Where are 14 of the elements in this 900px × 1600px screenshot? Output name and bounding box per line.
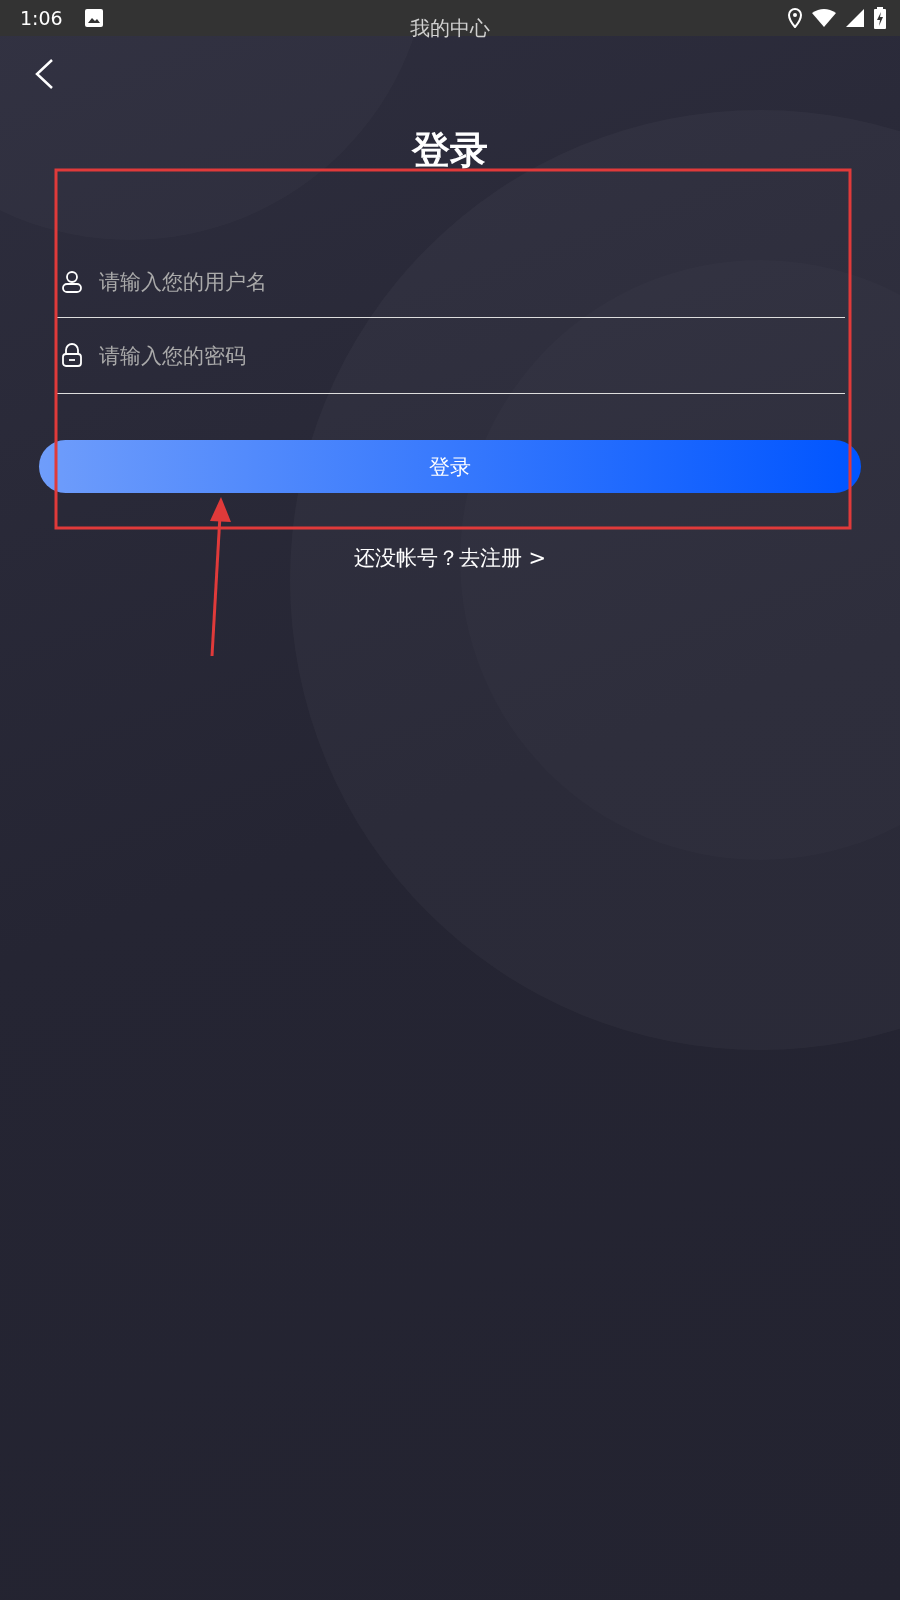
page-heading: 我的中心 (410, 16, 490, 40)
input-field[interactable]: 请输入您的用户名 (97, 269, 845, 295)
location-icon (788, 8, 802, 28)
login-title: 登录 (410, 127, 489, 174)
login-button[interactable]: 登录 (39, 440, 861, 493)
input-field[interactable]: 请输入您的密码 (97, 342, 845, 369)
signal-icon (846, 9, 864, 27)
battery-icon (874, 7, 886, 29)
lock-icon (61, 343, 83, 368)
register-link[interactable]: 还没帐号？去注册 > (347, 543, 553, 573)
image-icon (84, 9, 103, 27)
status-time: 1:06 (20, 7, 63, 29)
wifi-icon (812, 9, 836, 27)
user-icon (61, 270, 83, 294)
